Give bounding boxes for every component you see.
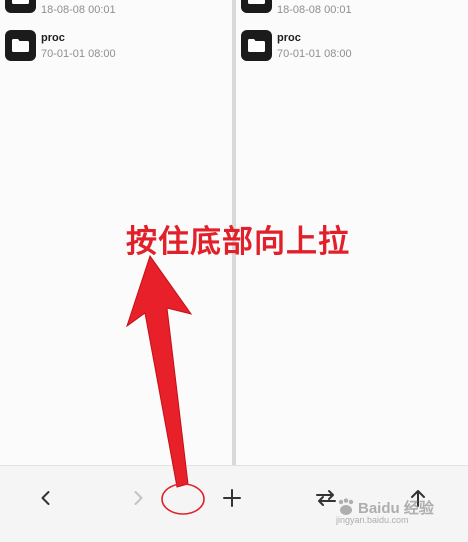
annotation-circle-icon	[161, 483, 205, 515]
annotation-overlay	[126, 254, 205, 515]
baidu-paw-icon	[338, 498, 354, 515]
annotation-arrow-icon	[126, 254, 193, 488]
watermark: Baidu 经验 jingyan.baidu.com	[336, 496, 444, 526]
annotation-text: 按住底部向上拉	[126, 224, 350, 260]
watermark-url: jingyan.baidu.com	[336, 515, 409, 525]
